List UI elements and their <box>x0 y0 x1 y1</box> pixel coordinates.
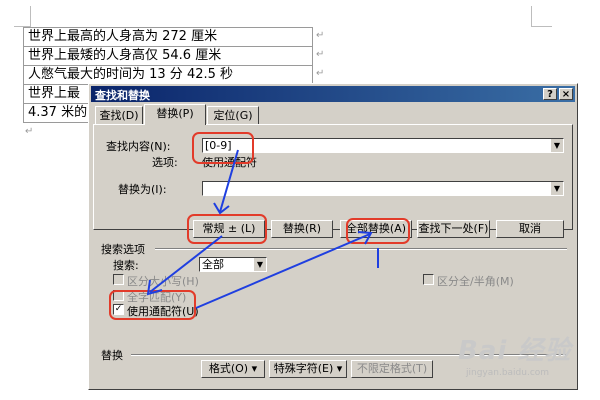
arrow-normal-to-wildcards <box>149 235 223 293</box>
watermark-url: jingyan.baidu.com <box>466 368 550 378</box>
arrow-wildcards-to-replace-all <box>195 233 371 309</box>
arrow-find-to-normal <box>219 149 239 213</box>
tab-replace[interactable]: 替换(P) <box>144 104 206 125</box>
watermark-brand: Bai 经验 <box>458 336 572 366</box>
baidu-watermark: Bai 经验 jingyan.baidu.com <box>458 330 572 378</box>
